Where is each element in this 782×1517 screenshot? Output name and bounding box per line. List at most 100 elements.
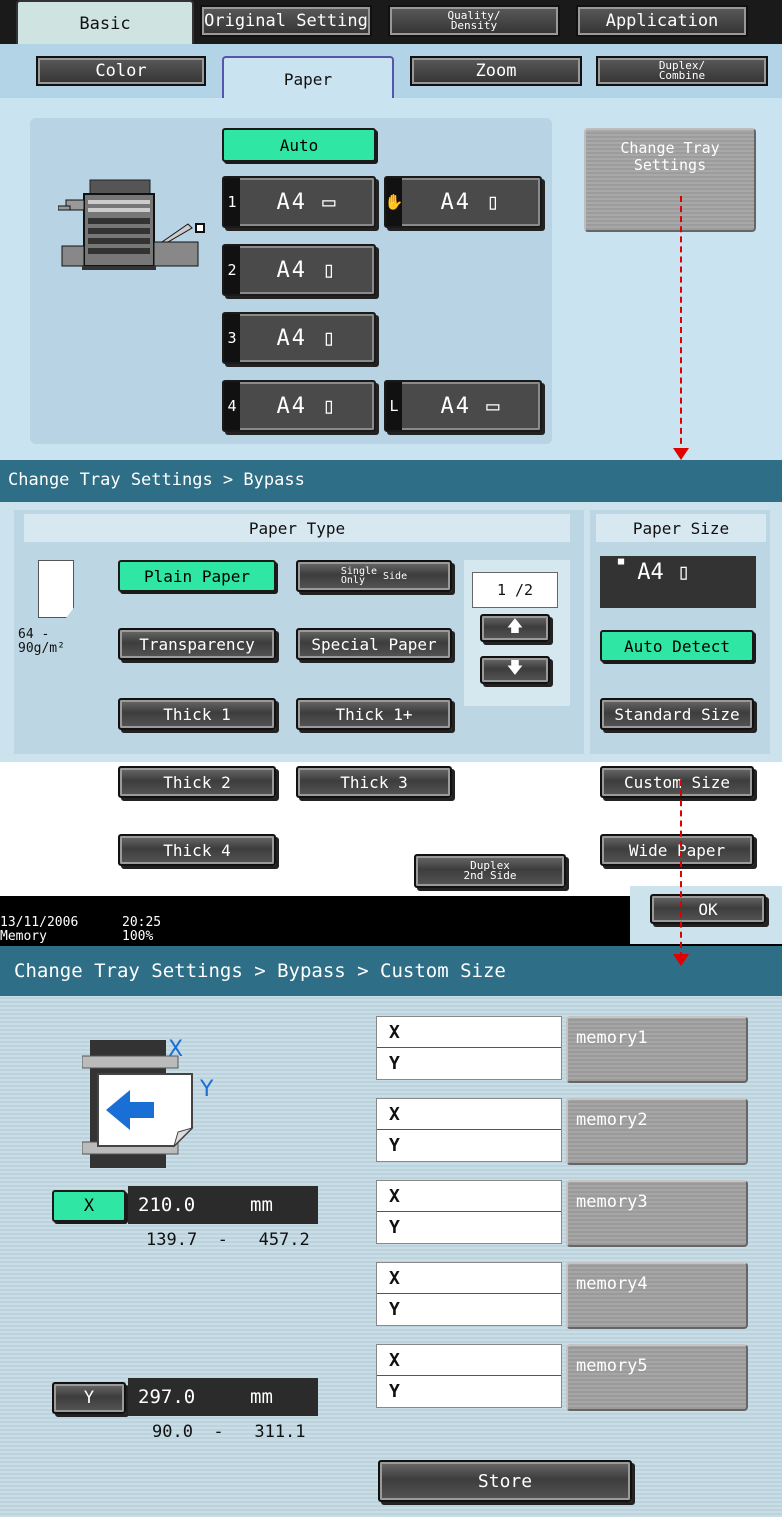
subtab-color[interactable]: Color (36, 56, 206, 86)
scroll-down-button[interactable]: 🡇 (480, 656, 550, 684)
x-dimension-label: X (83, 1196, 95, 1216)
memory3-label: memory3 (576, 1192, 648, 1212)
standard-size-label: Standard Size (614, 704, 740, 724)
custom-header: Change Tray Settings > Bypass > Custom S… (0, 946, 782, 996)
x-dimension-button[interactable]: X (52, 1190, 126, 1222)
current-size-value: A4 (637, 560, 664, 585)
wide-paper-label: Wide Paper (628, 840, 726, 860)
thick-1plus-button[interactable]: Thick 1+ (296, 698, 452, 730)
y-range: 90.0 - 311.1 (152, 1422, 306, 1442)
tray-1-size: A4 ▭ (276, 189, 338, 215)
tray-4-size: A4 ▯ (276, 393, 338, 419)
tray-4-number: 4 (224, 382, 240, 430)
special-paper-button[interactable]: Special Paper (296, 628, 452, 660)
thick-4-button[interactable]: Thick 4 (118, 834, 276, 866)
scroll-up-button[interactable]: 🡅 (480, 614, 550, 642)
thick-4-label: Thick 4 (163, 840, 231, 860)
thick-2-button[interactable]: Thick 2 (118, 766, 276, 798)
paper-weight-line1: 64 - (18, 627, 50, 642)
memory-slot-4-xy: XY (376, 1262, 562, 1326)
paper-size-header: Paper Size (596, 514, 766, 542)
x-value-display: 210.0 mm (128, 1186, 318, 1224)
tab-quality-density-line2: Density (450, 19, 498, 32)
paper-size-header-label: Paper Size (632, 518, 730, 538)
tray-3-size: A4 ▯ (276, 325, 338, 351)
custom-size-button[interactable]: Custom Size (600, 766, 754, 798)
thick-1-label: Thick 1 (163, 704, 231, 724)
standard-size-button[interactable]: Standard Size (600, 698, 754, 730)
change-tray-line2: Settings (633, 156, 707, 174)
memory2-button[interactable]: memory2 (566, 1098, 748, 1165)
ok-label: OK (698, 899, 718, 919)
status-date: 13/11/2006 (0, 915, 79, 930)
tab-original-setting[interactable]: Original Setting (200, 5, 372, 37)
plain-paper-button[interactable]: Plain Paper (118, 560, 276, 592)
tab-application-label: Application (605, 11, 719, 31)
memory4-button[interactable]: memory4 (566, 1262, 748, 1329)
auto-button[interactable]: Auto (222, 128, 376, 162)
status-info: 13/11/2006 20:25 Memory 100% (0, 916, 161, 944)
status-time: 20:25 (122, 915, 162, 930)
memory-slot-5-xy: XY (376, 1344, 562, 1408)
store-label: Store (477, 1470, 533, 1492)
only-label: Only (340, 575, 365, 586)
subtab-zoom[interactable]: Zoom (410, 56, 582, 86)
thick-3-button[interactable]: Thick 3 (296, 766, 452, 798)
transparency-label: Transparency (139, 634, 255, 654)
subtab-zoom-label: Zoom (475, 61, 517, 81)
memory5-button[interactable]: memory5 (566, 1344, 748, 1411)
tray-indicator-icon: ▀ (618, 560, 625, 571)
tray-1-button[interactable]: 1 A4 ▭ (222, 176, 376, 228)
hand-icon: ✋ (385, 178, 403, 226)
change-tray-line1: Change Tray (620, 139, 720, 157)
x-unit: mm (250, 1194, 273, 1216)
duplex-2nd-side-button[interactable]: Duplex 2nd Side (414, 854, 566, 888)
paper-sheet-icon (38, 560, 74, 618)
subtab-paper[interactable]: Paper (222, 56, 394, 100)
flow-arrow-1-icon (673, 448, 689, 460)
side-label: Side (383, 570, 408, 582)
store-button[interactable]: Store (378, 1460, 632, 1502)
flow-arrow-2-icon (673, 954, 689, 966)
change-tray-settings-button[interactable]: Change Tray Settings (584, 128, 756, 232)
y-value-display: 297.0 mm (128, 1378, 318, 1416)
memory1-button[interactable]: memory1 (566, 1016, 748, 1083)
bypass-breadcrumb: Change Tray Settings > Bypass (8, 470, 305, 490)
auto-detect-label: Auto Detect (624, 636, 730, 656)
wide-paper-button[interactable]: Wide Paper (600, 834, 754, 866)
memory-slot-1-xy: XY (376, 1016, 562, 1080)
y-value: 297.0 (138, 1386, 196, 1408)
tray-3-button[interactable]: 3 A4 ▯ (222, 312, 376, 364)
y-dimension-button[interactable]: Y (52, 1382, 126, 1414)
tray-lct-button[interactable]: L A4 ▭ (384, 380, 542, 432)
page-indicator: 1 /2 (472, 572, 558, 608)
status-memory-value: 100% (122, 929, 154, 944)
tray-bypass-button[interactable]: ✋ A4 ▯ (384, 176, 542, 228)
auto-detect-button[interactable]: Auto Detect (600, 630, 754, 662)
single-side-only-button[interactable]: Single Only Side (296, 560, 452, 592)
flow-connector-2 (680, 780, 682, 958)
ok-button[interactable]: OK (650, 894, 766, 924)
tray-lct-number: L (386, 382, 402, 430)
arrow-up-icon: 🡅 (506, 615, 524, 635)
y-dimension-label: Y (83, 1388, 95, 1408)
tab-basic[interactable]: Basic (16, 0, 194, 46)
auto-label: Auto (279, 135, 319, 155)
tray-lct-size: A4 ▭ (440, 393, 502, 419)
diagram-x-label: X (168, 1037, 183, 1062)
diagram-y-label: Y (199, 1077, 214, 1102)
subtab-duplex-combine[interactable]: Duplex/Combine (596, 56, 768, 86)
current-paper-size: ▀ A4 ▯ (600, 556, 756, 608)
arrow-down-icon: 🡇 (506, 657, 524, 677)
tray-2-number: 2 (224, 246, 240, 294)
subtab-duplex-line2: Combine (658, 69, 706, 82)
transparency-button[interactable]: Transparency (118, 628, 276, 660)
paper-weight: 64 - 90g/m² (18, 628, 65, 656)
memory3-button[interactable]: memory3 (566, 1180, 748, 1247)
custom-breadcrumb: Change Tray Settings > Bypass > Custom S… (14, 960, 506, 982)
thick-1-button[interactable]: Thick 1 (118, 698, 276, 730)
tray-4-button[interactable]: 4 A4 ▯ (222, 380, 376, 432)
tray-2-button[interactable]: 2 A4 ▯ (222, 244, 376, 296)
tab-application[interactable]: Application (576, 5, 748, 37)
tab-quality-density[interactable]: Quality/Density (388, 5, 560, 37)
